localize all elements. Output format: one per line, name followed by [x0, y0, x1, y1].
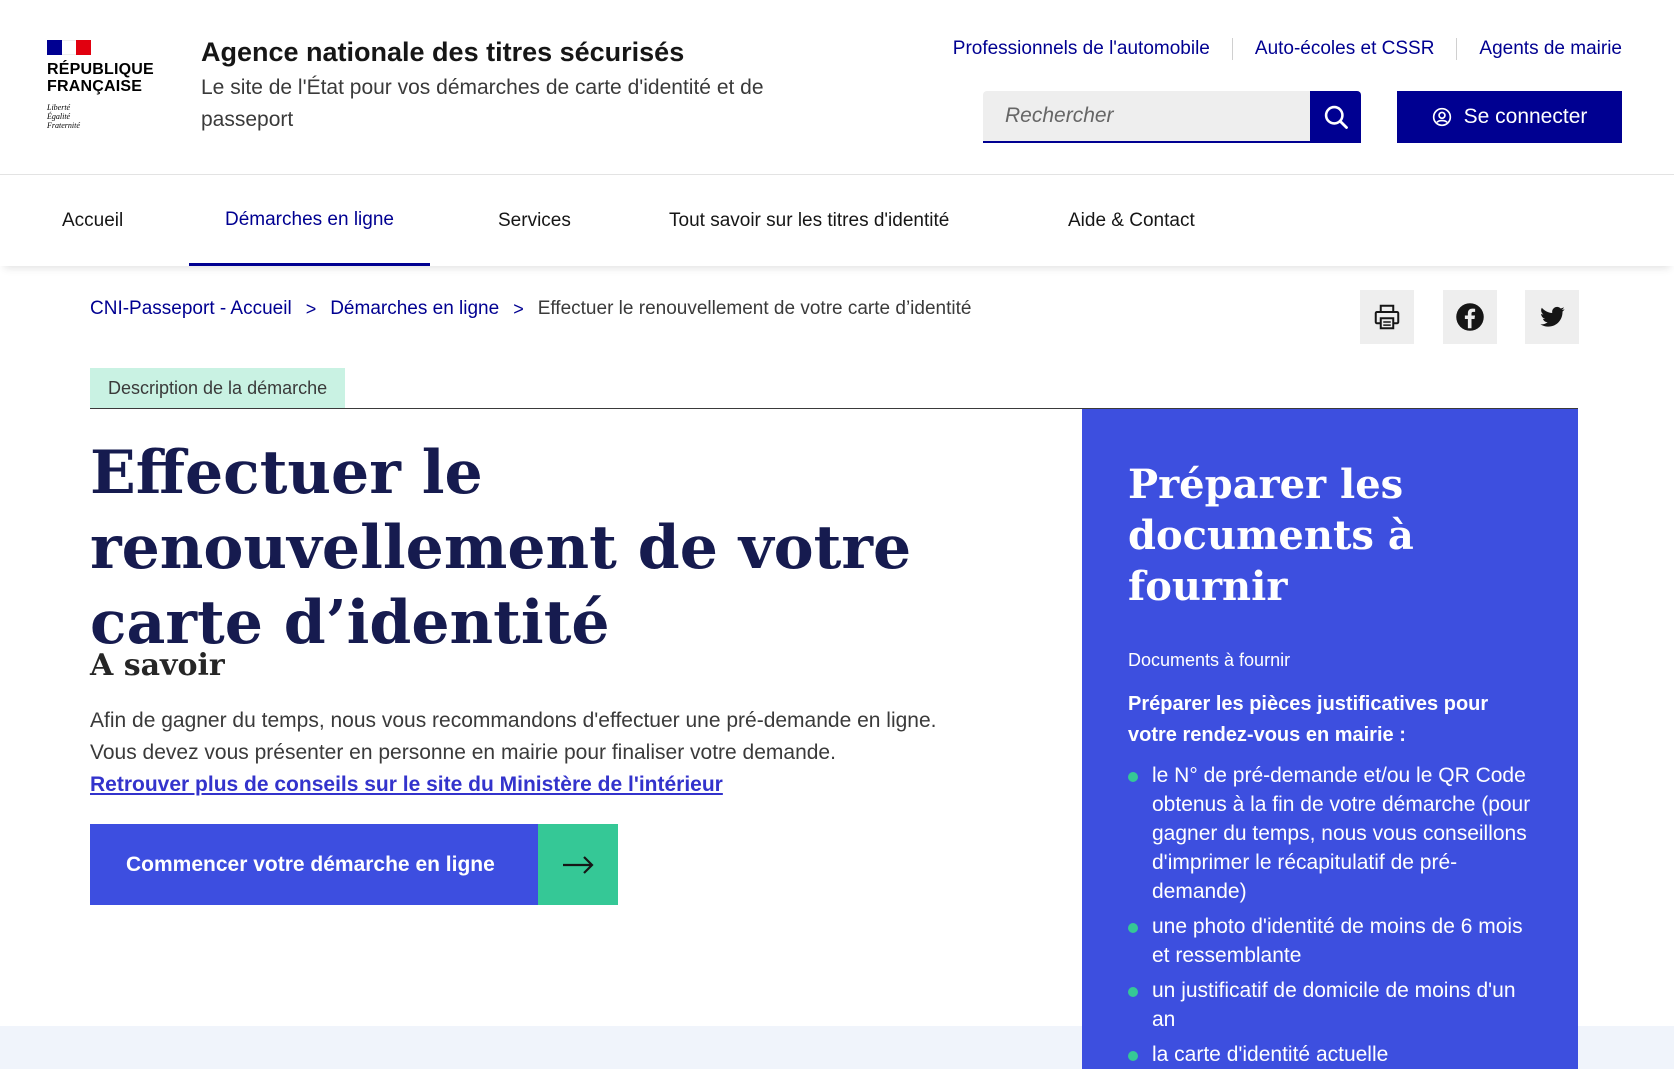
agency-title: Agence nationale des titres sécurisés: [201, 37, 685, 67]
login-label: Se connecter: [1463, 105, 1588, 128]
breadcrumb-separator: >: [513, 298, 524, 319]
panel-lead: Préparer les pièces justificatives pour …: [1128, 693, 1489, 746]
nav-item-accueil[interactable]: Accueil: [62, 176, 123, 266]
list-item: un justificatif de domicile de moins d'u…: [1128, 976, 1532, 1034]
main-navigation: Accueil Démarches en ligne Services Tout…: [0, 176, 1674, 266]
header-quick-links: Professionnels de l'automobile Auto-écol…: [931, 36, 1622, 62]
link-agents-mairie[interactable]: Agents de mairie: [1457, 36, 1622, 62]
panel-subtitle: Documents à fournir: [1128, 650, 1291, 670]
nav-item-aide-contact[interactable]: Aide & Contact: [1068, 176, 1195, 266]
search-icon: [1324, 105, 1348, 129]
facebook-share-button[interactable]: [1443, 290, 1497, 344]
documents-list: le N° de pré-demande et/ou le QR Code ob…: [1128, 761, 1532, 1069]
search-input[interactable]: [983, 91, 1310, 143]
breadcrumb-current: Effectuer le renouvellement de votre car…: [537, 298, 972, 319]
ministere-interieur-link[interactable]: Retrouver plus de conseils sur le site d…: [90, 769, 1030, 801]
link-professionnels-automobile[interactable]: Professionnels de l'automobile: [931, 36, 1232, 62]
breadcrumb: CNI-Passeport - Accueil > Démarches en l…: [90, 298, 971, 320]
facebook-icon: [1456, 303, 1484, 331]
a-savoir-heading: A savoir: [90, 648, 225, 683]
a-savoir-text: Afin de gagner du temps, nous vous recom…: [90, 705, 1030, 801]
twitter-share-button[interactable]: [1525, 290, 1579, 344]
login-button[interactable]: Se connecter: [1397, 91, 1622, 143]
link-auto-ecoles[interactable]: Auto-écoles et CSSR: [1233, 36, 1457, 62]
panel-title: Préparer les documents à fournir: [1128, 461, 1414, 610]
breadcrumb-link-accueil[interactable]: CNI-Passeport - Accueil: [90, 298, 292, 320]
print-icon: [1374, 304, 1400, 330]
start-procedure-label: Commencer votre démarche en ligne: [90, 824, 538, 905]
agency-branding[interactable]: Agence nationale des titres sécurisés Le…: [201, 34, 821, 136]
twitter-icon: [1540, 306, 1565, 327]
procedure-tag: Description de la démarche: [90, 368, 346, 408]
paragraph-line: Afin de gagner du temps, nous vous recom…: [90, 709, 937, 732]
start-procedure-button[interactable]: Commencer votre démarche en ligne: [90, 824, 618, 905]
republique-francaise-logo[interactable]: RÉPUBLIQUE FRANÇAISE Liberté Égalité Fra…: [47, 40, 157, 130]
search-button[interactable]: [1310, 91, 1361, 143]
nav-item-titres-identite[interactable]: Tout savoir sur les titres d'identité: [669, 176, 949, 266]
agency-tagline: Le site de l'État pour vos démarches de …: [201, 76, 764, 131]
list-item: la carte d'identité actuelle: [1128, 1040, 1532, 1069]
breadcrumb-link-demarches[interactable]: Démarches en ligne: [330, 298, 499, 320]
page-title: Effectuer le renouvellement de votre car…: [90, 438, 912, 658]
print-button[interactable]: [1360, 290, 1414, 344]
breadcrumb-separator: >: [305, 298, 317, 319]
nav-item-demarches-en-ligne[interactable]: Démarches en ligne: [189, 176, 430, 266]
site-header: RÉPUBLIQUE FRANÇAISE Liberté Égalité Fra…: [0, 0, 1674, 175]
republic-motto: Liberté Égalité Fraternité: [47, 103, 80, 130]
republic-name: RÉPUBLIQUE FRANÇAISE: [47, 61, 154, 95]
user-circle-icon: [1432, 107, 1451, 127]
list-item: une photo d'identité de moins de 6 mois …: [1128, 912, 1532, 970]
arrow-right-icon: [538, 824, 618, 905]
french-flag-icon: [47, 40, 92, 55]
documents-panel: Préparer les documents à fournir Documen…: [1082, 409, 1578, 1069]
paragraph-line: Vous devez vous présenter en personne en…: [90, 741, 836, 764]
list-item: le N° de pré-demande et/ou le QR Code ob…: [1128, 761, 1532, 906]
search-bar: [983, 91, 1361, 143]
nav-item-services[interactable]: Services: [498, 176, 571, 266]
